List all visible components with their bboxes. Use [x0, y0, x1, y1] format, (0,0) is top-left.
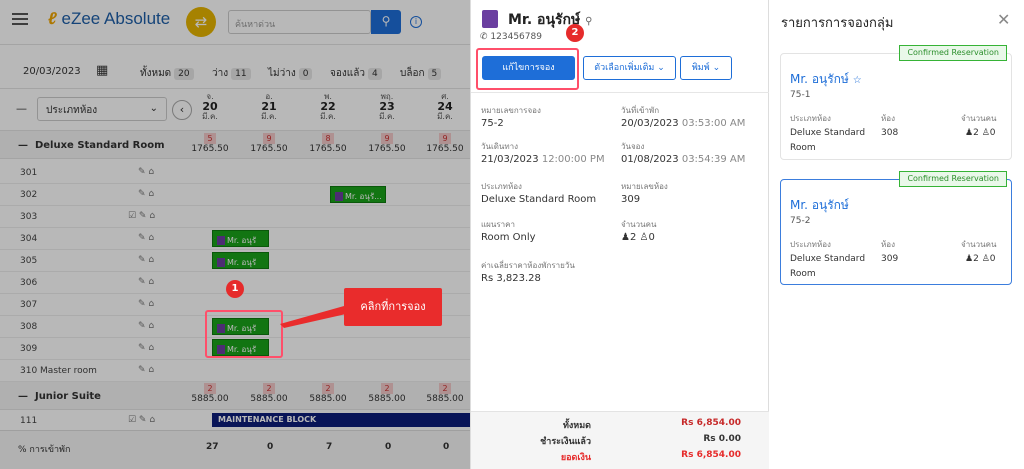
card-col-pax: จำนวนคน	[961, 114, 997, 123]
stay-view-grid: ℓ eZee Absolute ⇄ ค้นหาด่วน ⚲ i 20/03/20…	[0, 0, 470, 469]
paid-label: ชำระเงินแล้ว	[540, 437, 591, 447]
close-icon[interactable]: ✕	[997, 10, 1010, 29]
app-root: ℓ eZee Absolute ⇄ ค้นหาด่วน ⚲ i 20/03/20…	[0, 0, 1024, 469]
paid-value: Rs 0.00	[703, 434, 741, 444]
roomno-value: 309	[621, 194, 641, 205]
card-room-type: Deluxe Standard Room	[790, 128, 866, 153]
card-guest-name: Mr. อนุรักษ์ ☆	[790, 72, 862, 86]
pax-value: ♟2 ♙0	[621, 232, 655, 243]
roomtype-label: ประเภทห้อง	[481, 182, 522, 191]
adult-icon: ♟	[965, 128, 974, 138]
card-col-type: ประเภทห้อง	[790, 240, 831, 249]
status-badge: Confirmed Reservation	[899, 171, 1007, 187]
card-col-type: ประเภทห้อง	[790, 114, 831, 123]
step-marker: 2	[566, 24, 584, 42]
card-res-no: 75-1	[790, 90, 811, 100]
group-reservation-card[interactable]: Confirmed Reservation Mr. อนุรักษ์ 75-2 …	[780, 171, 1012, 285]
balance-value: Rs 6,854.00	[681, 450, 741, 460]
chevron-down-icon: ⌄	[712, 63, 721, 73]
print-button[interactable]: พิมพ์ ⌄	[680, 56, 732, 80]
guest-phone: ✆ 123456789	[480, 32, 542, 42]
checkout-label: วันเดินทาง	[481, 142, 519, 151]
child-icon: ♙	[981, 128, 990, 138]
card-room-no: 308	[881, 128, 899, 138]
rateplan-value: Room Only	[481, 232, 536, 243]
group-icon	[482, 10, 498, 28]
card-col-pax: จำนวนคน	[961, 240, 997, 249]
divider	[471, 92, 770, 93]
card-res-no: 75-2	[790, 216, 811, 226]
more-options-button[interactable]: ตัวเลือกเพิ่มเติม ⌄	[583, 56, 676, 80]
card-col-room: ห้อง	[881, 114, 895, 123]
balance-label: ยอดเงิน	[560, 453, 591, 463]
booked-label: วันจอง	[621, 142, 645, 151]
reservation-detail-panel: Mr. อนุรักษ์ ⚲ ✆ 123456789 2 แก้ไขการจอง…	[470, 0, 770, 469]
star-icon: ☆	[852, 75, 862, 86]
roomtype-value: Deluxe Standard Room	[481, 194, 597, 205]
res-no-label: หมายเลขการจอง	[481, 106, 541, 115]
checkin-label: วันที่เข้าพัก	[621, 106, 660, 115]
booked-value: 01/08/2023 03:54:39 AM	[621, 154, 746, 165]
child-icon: ♙	[981, 254, 990, 264]
group-reservation-panel: รายการการจองกลุ่ม ✕ Confirmed Reservatio…	[769, 0, 1024, 469]
card-pax: ♟2 ♙0	[965, 128, 996, 138]
panel-title: รายการการจองกลุ่ม	[781, 16, 894, 31]
avg-rate-label: ค่าเฉลี่ยราคาห้องพักรายวัน	[481, 261, 575, 270]
res-no-value: 75-2	[481, 118, 504, 129]
step-marker: 1	[226, 280, 244, 298]
card-room-type: Deluxe Standard Room	[790, 254, 866, 279]
child-icon: ♙	[639, 232, 649, 243]
modal-overlay[interactable]	[0, 0, 470, 469]
rateplan-label: แผนราคา	[481, 220, 515, 229]
adult-icon: ♟	[621, 232, 630, 243]
avg-rate-value: Rs 3,823.28	[481, 273, 541, 284]
status-badge: Confirmed Reservation	[899, 45, 1007, 61]
arrow-icon	[280, 306, 346, 328]
chevron-down-icon: ⌄	[657, 63, 665, 73]
adult-icon: ♟	[965, 254, 974, 264]
group-reservation-card[interactable]: Confirmed Reservation Mr. อนุรักษ์ ☆ 75-…	[780, 45, 1012, 160]
card-guest-name: Mr. อนุรักษ์	[790, 198, 849, 212]
card-pax: ♟2 ♙0	[965, 254, 996, 264]
checkin-value: 20/03/2023 03:53:00 AM	[621, 118, 746, 129]
phone-icon: ✆	[480, 32, 488, 42]
total-value: Rs 6,854.00	[681, 418, 741, 428]
roomno-label: หมายเลขห้อง	[621, 182, 668, 191]
card-col-room: ห้อง	[881, 240, 895, 249]
totals-section: ทั้งหมด Rs 6,854.00 ชำระเงินแล้ว Rs 0.00 ย…	[471, 411, 770, 469]
guest-profile-icon[interactable]: ⚲	[585, 16, 592, 27]
pax-label: จำนวนคน	[621, 220, 657, 229]
highlight-box	[205, 310, 283, 358]
total-label: ทั้งหมด	[562, 421, 591, 431]
instruction-callout: คลิกที่การจอง	[344, 288, 442, 326]
card-room-no: 309	[881, 254, 899, 264]
checkout-value: 21/03/2023 12:00:00 PM	[481, 154, 605, 165]
edit-reservation-button[interactable]: แก้ไขการจอง	[482, 56, 575, 80]
